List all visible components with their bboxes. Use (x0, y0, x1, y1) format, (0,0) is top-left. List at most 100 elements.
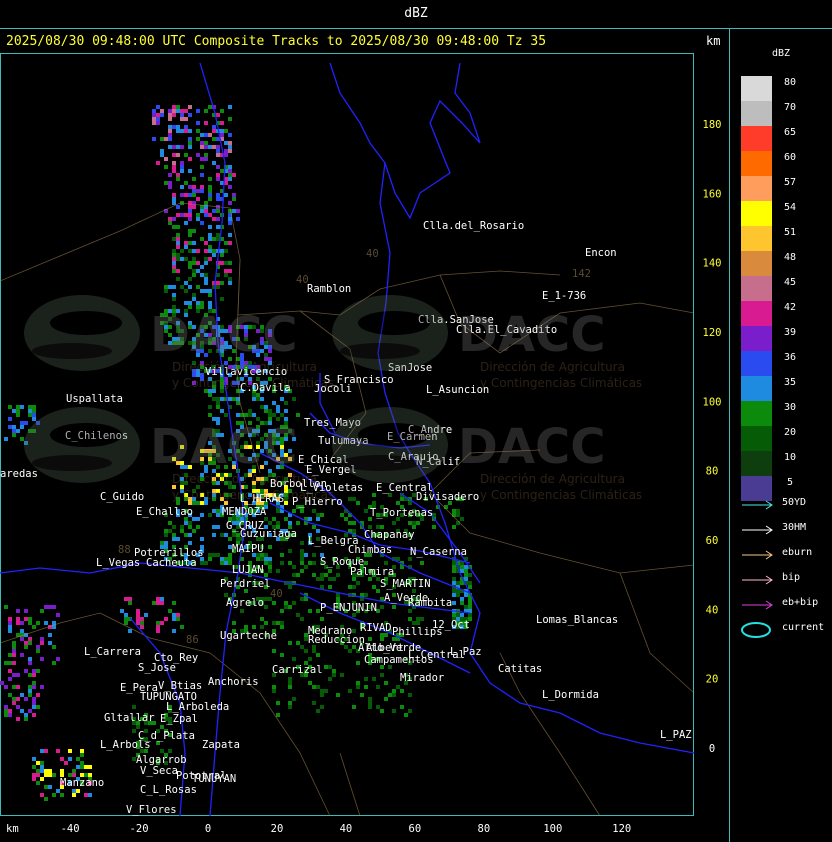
place-label: LUJAN (232, 564, 264, 576)
track-legend-label: eburn (782, 547, 813, 558)
legend-swatch-70 (741, 101, 772, 126)
place-label: P_ENJUNIN (320, 602, 377, 614)
place-label: Lomas_Blancas (536, 614, 618, 626)
legend-title: dBZ (771, 48, 791, 59)
x-tick-label: 80 (478, 823, 491, 835)
place-label: S_MARTIN (380, 578, 431, 590)
x-tick-label: 100 (543, 823, 562, 835)
watermark-line2: y Contingencias Climáticas (480, 376, 642, 390)
legend-label-57: 57 (783, 177, 797, 188)
place-label: E_Challao (136, 506, 193, 518)
place-label: N_Caserna (410, 546, 467, 558)
legend-swatch-20 (741, 426, 772, 451)
legend-label-60: 60 (783, 152, 797, 163)
radar-map[interactable]: Clla.del_RosarioEnconE_1-736RamblonClla.… (0, 53, 729, 842)
y-tick-label: 120 (703, 327, 722, 339)
x-tick-label: 0 (205, 823, 211, 835)
arrow-icon (742, 500, 773, 510)
place-label: Chimbas (348, 544, 392, 556)
place-label: Agrelo (226, 597, 264, 609)
place-label: C_Guido (100, 491, 144, 503)
place-label: Catitas (498, 663, 542, 675)
route-number: 88 (118, 544, 131, 556)
track-legend-label: eb+bip (782, 597, 819, 608)
legend-label-70: 70 (783, 102, 797, 113)
legend-label-20: 20 (783, 427, 797, 438)
legend-label-10: 10 (783, 452, 797, 463)
y-tick-label: 20 (706, 674, 719, 686)
place-label: Uspallata (66, 393, 123, 405)
x-tick-label: 40 (340, 823, 353, 835)
legend-label-5: 5 (786, 477, 794, 488)
place-label: MENDOZA (222, 506, 267, 518)
place-label: L_PAZ (660, 729, 692, 741)
place-label: Gltallar (104, 712, 155, 724)
legend-label-54: 54 (783, 202, 797, 213)
track-legend-eb+bip: eb+bip (740, 597, 830, 611)
route-number: 40 (296, 274, 309, 286)
y-tick-label: 180 (703, 119, 722, 131)
legend-label-39: 39 (783, 327, 797, 338)
place-label: Cacheuta (146, 557, 197, 569)
legend-label-65: 65 (783, 127, 797, 138)
place-label: V_Seca (140, 765, 178, 777)
place-label: RIVAD (360, 622, 392, 634)
place-label: C_L_Rosas (140, 784, 197, 796)
watermark-line1: Dirección de Agricultura (172, 472, 317, 486)
route-number: 40 (366, 248, 379, 260)
track-legend-eburn: eburn (740, 547, 830, 561)
watermark-line2: y Contingencias Climáticas (172, 488, 334, 502)
legend-swatch-36 (741, 351, 772, 376)
place-label: L_Vegas (96, 557, 140, 569)
place-label: Mirador (400, 672, 444, 684)
track-legend-label: 50YD (782, 497, 807, 508)
place-label: TUNUYAN (192, 773, 236, 785)
y-tick-label: 160 (703, 188, 722, 200)
x-tick-label: -40 (61, 823, 80, 835)
place-label: Palmira (350, 566, 394, 578)
legend-swatch-30 (741, 401, 772, 426)
legend-swatch-45 (741, 276, 772, 301)
place-label: Manzano (60, 777, 104, 789)
place-label: L_Arboleda (166, 701, 229, 713)
place-label: L_Dormida (542, 689, 599, 701)
y-tick-label: 80 (706, 466, 719, 478)
place-label: E_1-736 (542, 290, 586, 302)
watermark-brand: DACC (458, 419, 605, 475)
place-label: Carrizal (272, 664, 323, 676)
watermark-line2: y Contingencias Climáticas (480, 488, 642, 502)
track-legend-label: current (782, 622, 825, 633)
ellipse-icon (741, 622, 771, 638)
place-label: MAIPU (232, 543, 264, 555)
place-label: L_Arbols (100, 739, 151, 751)
legend-swatch-48 (741, 251, 772, 276)
arrow-icon (742, 525, 773, 535)
place-label: V_Flores (126, 804, 177, 816)
place-label: Guzuriaga (240, 528, 297, 540)
place-label: Rambita (408, 597, 452, 609)
legend-panel: dBZ 80 70 65 60 57 54 51 48 45 42 39 36 35 30 20 10 5 50Y… (730, 28, 832, 842)
route-number: 86 (186, 634, 199, 646)
y-tick-label: 40 (706, 604, 719, 616)
legend-label-48: 48 (783, 252, 797, 263)
place-label: L_Central (408, 649, 465, 661)
y-tick-label: 140 (703, 258, 722, 270)
caption-text: 2025/08/30 09:48:00 UTC Composite Tracks… (6, 34, 547, 49)
legend-label-51: 51 (783, 227, 797, 238)
legend-label-30: 30 (783, 402, 797, 413)
track-legend-50YD: 50YD (740, 497, 830, 511)
legend-label-42: 42 (783, 302, 797, 313)
place-label: Albert (366, 642, 404, 654)
x-tick-label: 20 (271, 823, 284, 835)
place-label: 12_Oct (432, 619, 470, 631)
y-unit-label: km (706, 34, 721, 48)
legend-swatch-80 (741, 76, 772, 101)
watermark-brand: DACC (150, 307, 297, 363)
watermark-brand: DACC (458, 307, 605, 363)
place-label: T_Portenas (370, 507, 433, 519)
place-label: Ramblon (307, 283, 351, 295)
x-tick-label: -20 (130, 823, 149, 835)
arrow-icon (742, 600, 773, 610)
place-label: Perdriel (220, 578, 271, 590)
watermark-line1: Dirección de Agricultura (480, 360, 625, 374)
